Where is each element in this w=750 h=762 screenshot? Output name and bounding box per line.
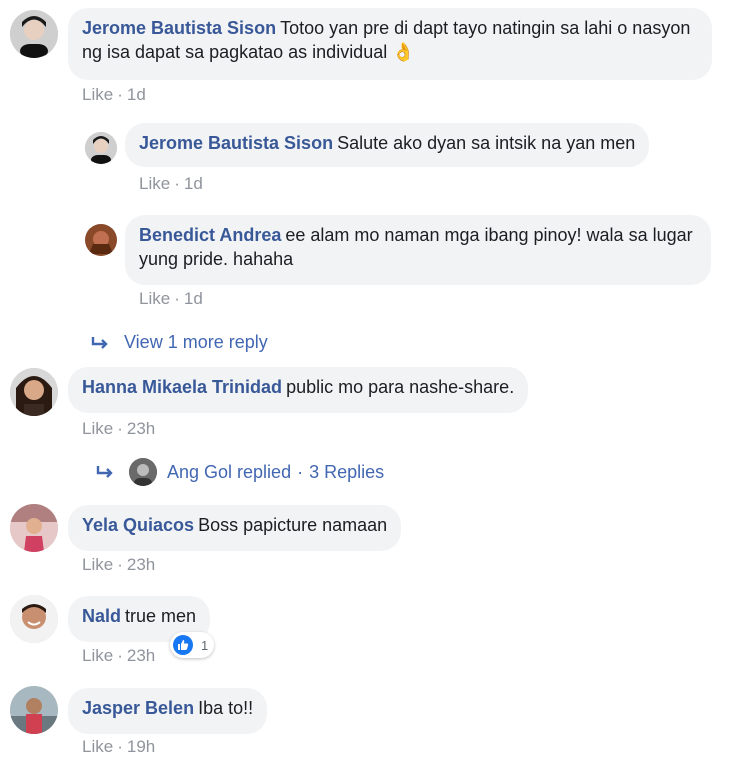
- separator: ·: [117, 419, 123, 438]
- like-button[interactable]: Like: [82, 555, 113, 574]
- like-reaction-icon: [173, 635, 193, 655]
- reaction-count-badge[interactable]: 1: [170, 632, 215, 658]
- replied-text[interactable]: Ang Gol replied: [167, 462, 291, 483]
- timestamp[interactable]: 1d: [127, 85, 146, 104]
- avatar-image: [85, 132, 117, 164]
- avatar[interactable]: [10, 368, 58, 416]
- comment-text: public mo para nashe-share.: [286, 377, 515, 397]
- avatar[interactable]: [10, 10, 58, 58]
- avatar-image: [10, 686, 58, 734]
- timestamp[interactable]: 19h: [127, 737, 155, 756]
- comment-author[interactable]: Yela Quiacos: [82, 515, 194, 535]
- comment-author[interactable]: Nald: [82, 606, 121, 626]
- avatar-image: [10, 504, 58, 552]
- reaction-count: 1: [201, 637, 209, 653]
- separator: ·: [117, 85, 123, 104]
- comment-bubble: Yela Quiacos Boss papicture namaan: [68, 505, 402, 551]
- reply-arrow-icon: [90, 336, 110, 350]
- comment-bubble: Hanna Mikaela Trinidad public mo para nas…: [68, 367, 529, 413]
- comment-author[interactable]: Benedict Andrea: [139, 225, 281, 245]
- comment-text: Salute ako dyan sa intsik na yan men: [337, 133, 636, 153]
- like-button[interactable]: Like: [139, 289, 170, 308]
- replier-avatar: [129, 458, 157, 486]
- timestamp[interactable]: 1d: [184, 289, 203, 308]
- comment-bubble: Benedict Andrea ee alam mo naman mga iban…: [125, 215, 711, 285]
- separator: ·: [174, 174, 180, 193]
- comment-bubble: Jerome Bautista Sison Totoo yan pre di da…: [68, 8, 712, 80]
- comment-author[interactable]: Jerome Bautista Sison: [82, 18, 276, 38]
- avatar-image: [85, 224, 117, 256]
- like-button[interactable]: Like: [139, 174, 170, 193]
- separator: ·: [297, 461, 304, 482]
- comment-meta: Like · 23h: [82, 419, 155, 439]
- comment-meta: Like · 1d: [139, 174, 203, 194]
- like-button[interactable]: Like: [82, 85, 113, 104]
- avatar-image: [10, 368, 58, 416]
- comment-text: true men: [125, 606, 197, 626]
- timestamp[interactable]: 23h: [127, 555, 155, 574]
- avatar[interactable]: [85, 224, 117, 256]
- comment-author[interactable]: Jasper Belen: [82, 698, 194, 718]
- view-more-replies-link[interactable]: View 1 more reply: [90, 332, 268, 353]
- like-button[interactable]: Like: [82, 646, 113, 665]
- comment-text: Boss papicture namaan: [198, 515, 388, 535]
- replies-count[interactable]: 3 Replies: [309, 462, 384, 483]
- comment-meta: Like · 23h: [82, 646, 155, 666]
- separator: ·: [117, 737, 123, 756]
- avatar-image: [10, 595, 58, 643]
- timestamp[interactable]: 1d: [184, 174, 203, 193]
- avatar[interactable]: [10, 686, 58, 734]
- separator: ·: [174, 289, 180, 308]
- separator: ·: [117, 555, 123, 574]
- replies-summary-link[interactable]: Ang Gol replied · 3 Replies: [95, 458, 384, 486]
- avatar[interactable]: [10, 595, 58, 643]
- reply-arrow-icon: [95, 465, 115, 479]
- view-more-label[interactable]: View 1 more reply: [124, 332, 268, 353]
- comment-bubble: Jasper Belen Iba to!!: [68, 688, 268, 734]
- like-button[interactable]: Like: [82, 737, 113, 756]
- timestamp[interactable]: 23h: [127, 646, 155, 665]
- comment-meta: Like · 1d: [82, 85, 146, 105]
- comment-author[interactable]: Hanna Mikaela Trinidad: [82, 377, 282, 397]
- comment-bubble: Jerome Bautista Sison Salute ako dyan sa …: [125, 123, 650, 167]
- comment-meta: Like · 19h: [82, 737, 155, 757]
- timestamp[interactable]: 23h: [127, 419, 155, 438]
- comment-meta: Like · 1d: [139, 289, 203, 309]
- avatar-image: [10, 10, 58, 58]
- avatar[interactable]: [10, 504, 58, 552]
- comment-author[interactable]: Jerome Bautista Sison: [139, 133, 333, 153]
- comment-text: Iba to!!: [198, 698, 254, 718]
- separator: ·: [117, 646, 123, 665]
- comment-meta: Like · 23h: [82, 555, 155, 575]
- avatar[interactable]: [85, 132, 117, 164]
- like-button[interactable]: Like: [82, 419, 113, 438]
